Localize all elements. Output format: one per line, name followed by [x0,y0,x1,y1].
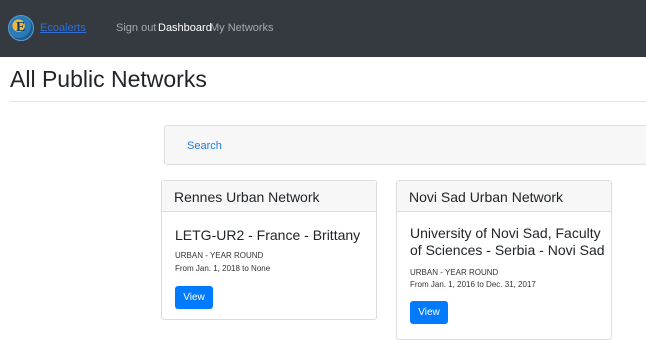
card-type: URBAN - YEAR ROUND [410,268,499,277]
card-header: Novi Sad Urban Network [397,181,611,212]
search-panel: Search [164,125,646,165]
nav-my-networks[interactable]: My Networks [210,22,274,34]
network-card: Rennes Urban Network LETG-UR2 - France -… [161,180,377,320]
nav-dashboard[interactable]: Dashboard [158,22,212,34]
card-header: Rennes Urban Network [162,181,376,212]
nav-sign-out[interactable]: Sign out [116,22,156,34]
page-title: All Public Networks [10,66,207,92]
card-title: University of Novi Sad, Faculty of Scien… [410,225,605,258]
search-link[interactable]: Search [187,140,222,152]
card-dates: From Jan. 1, 2016 to Dec. 31, 2017 [410,280,536,289]
card-type: URBAN - YEAR ROUND [175,251,264,260]
brand-link[interactable]: Ecoalerts [40,22,86,34]
logo-icon[interactable]: E [8,15,34,41]
view-button[interactable]: View [410,301,448,324]
card-dates: From Jan. 1, 2018 to None [175,264,271,273]
network-card: Novi Sad Urban Network University of Nov… [396,180,612,340]
view-button[interactable]: View [175,286,213,309]
top-navbar: E Ecoalerts Sign out Dashboard My Networ… [0,0,646,57]
divider [10,101,646,102]
card-title: LETG-UR2 - France - Brittany [175,227,361,243]
